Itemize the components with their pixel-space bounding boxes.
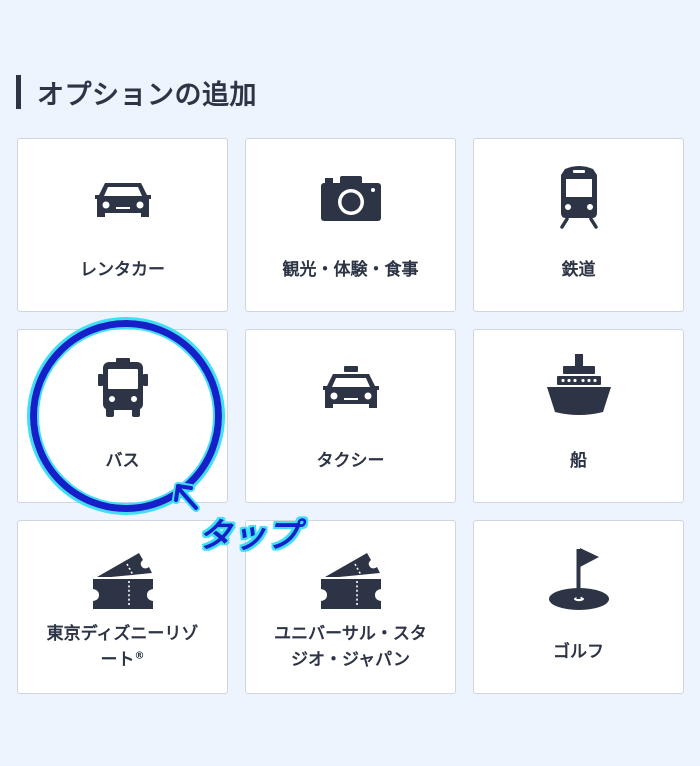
option-label: 東京ディズニーリゾ ート® (24, 621, 221, 674)
option-card-train[interactable]: 鉄道 (473, 138, 684, 312)
camera-icon (315, 161, 387, 233)
option-card-ship[interactable]: 船 (473, 329, 684, 503)
option-label: タクシー (316, 451, 385, 471)
label-line-2: ジオ・ジャパン (291, 650, 410, 671)
option-card-tokyo-disney-resort[interactable]: 東京ディズニーリゾ ート® (17, 520, 228, 694)
train-icon (543, 161, 615, 233)
option-label: ユニバーサル・スタ ジオ・ジャパン (252, 621, 449, 674)
ticket-icon (87, 543, 159, 615)
ship-icon (543, 352, 615, 424)
label-line-1: 東京ディズニーリゾ (46, 624, 199, 644)
registered-mark: ® (134, 650, 145, 662)
golf-flag-icon (543, 543, 615, 615)
option-label: 観光・体験・食事 (282, 260, 419, 280)
option-label: ゴルフ (553, 642, 604, 662)
option-card-bus[interactable]: バス (17, 329, 228, 503)
option-card-rental-car[interactable]: レンタカー (17, 138, 228, 312)
options-grid: レンタカー 観光・体験・食事 鉄道 バス タクシー 船 東京ディズニーリゾ ート… (17, 138, 684, 694)
taxi-icon (315, 352, 387, 424)
option-label: レンタカー (80, 260, 165, 280)
option-label: 鉄道 (561, 260, 596, 280)
ticket-icon (315, 543, 387, 615)
option-card-sightseeing[interactable]: 観光・体験・食事 (245, 138, 456, 312)
section-title: オプションの追加 (37, 79, 257, 111)
car-icon (87, 161, 159, 233)
label-line-1: ユニバーサル・スタ (274, 624, 427, 644)
option-card-golf[interactable]: ゴルフ (473, 520, 684, 694)
option-card-taxi[interactable]: タクシー (245, 329, 456, 503)
option-label: バス (105, 451, 140, 471)
section-header: オプションの追加 (16, 74, 257, 111)
option-label: 船 (570, 451, 587, 471)
option-card-universal-studios-japan[interactable]: ユニバーサル・スタ ジオ・ジャパン (245, 520, 456, 694)
bus-icon (87, 352, 159, 424)
label-line-2: ート (100, 650, 135, 671)
section-accent-bar (16, 75, 21, 109)
